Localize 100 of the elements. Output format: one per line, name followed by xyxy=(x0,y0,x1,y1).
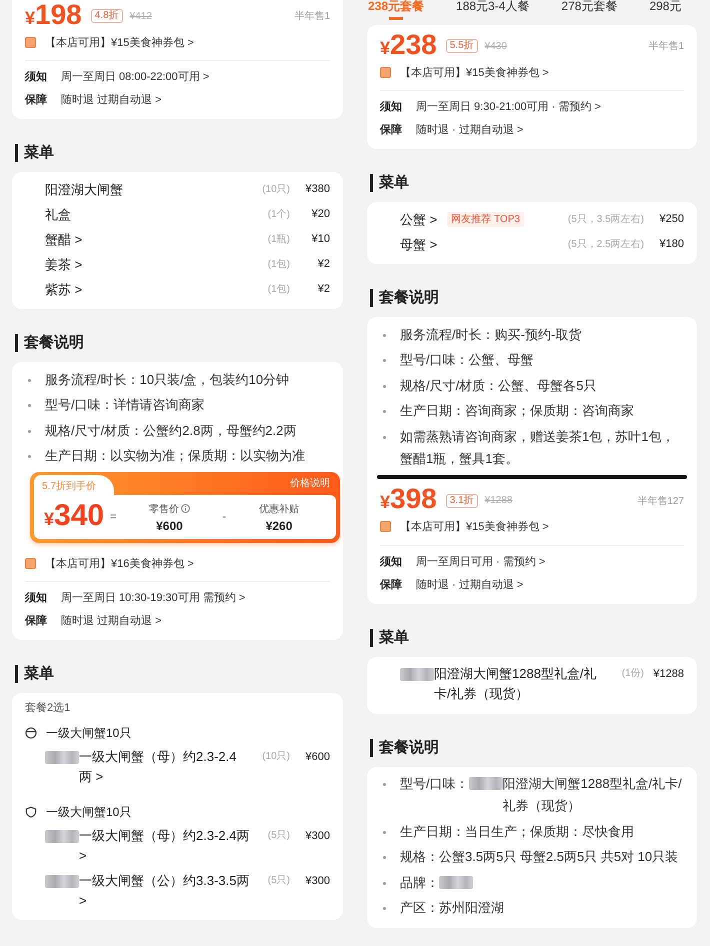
bullet-dot-icon xyxy=(383,359,386,362)
deal-price: ¥398 xyxy=(380,483,437,516)
option-title: 一级大闸蟹10只 xyxy=(46,725,132,742)
deal-price: ¥238 xyxy=(380,28,437,62)
price-term: 优惠补贴 xyxy=(259,502,300,516)
menu-item-name: 阳澄湖大闸蟹 xyxy=(45,181,123,199)
spec-text: 服务流程/时长：购买-预约-取货 xyxy=(400,326,582,344)
spec-label: 型号/口味： xyxy=(400,775,469,794)
menu-item-name: 一级大闸蟹（母）约2.3-2.4两 > xyxy=(79,826,250,864)
item-quantity: (10只) xyxy=(262,750,290,764)
bullet-dot-icon xyxy=(383,830,386,834)
coupon-icon xyxy=(25,36,36,48)
original-price: ¥1288 xyxy=(484,495,512,506)
bullet-dot-icon xyxy=(383,384,386,388)
notice-link[interactable]: 随时退 · 过期自动退 > xyxy=(416,574,524,596)
original-price: ¥430 xyxy=(484,40,507,52)
notice-link[interactable]: 周一至周日 9:30-21:00可用 · 需预约 > xyxy=(416,96,601,119)
coupon-icon xyxy=(380,521,391,532)
item-quantity: (5只，2.5两左右) xyxy=(568,238,644,252)
notice-link[interactable]: 随时退 · 过期自动退 > xyxy=(416,119,524,142)
item-price: ¥600 xyxy=(304,750,330,764)
operator-sign: - xyxy=(222,511,226,523)
sales-count: 半年售1 xyxy=(648,40,684,53)
notice-label: 保障 xyxy=(25,92,47,108)
ranking-tag: 网友推荐 TOP3 xyxy=(447,212,524,227)
bullet-dot-icon xyxy=(383,410,386,414)
option-title: 一级大闸蟹10只 xyxy=(46,804,132,821)
item-quantity: (1份) xyxy=(622,667,644,681)
discount-tag: 5.5折 xyxy=(446,39,478,53)
bullet-dot-icon xyxy=(383,856,386,860)
coupon-link[interactable]: 【本店可用】¥16美食神券包 > xyxy=(45,556,194,570)
menu-item-name: 一级大闸蟹（母）约2.3-2.4两 > xyxy=(79,748,238,786)
final-price: ¥340 xyxy=(44,498,104,534)
menu-item-name: 母蟹 > xyxy=(400,236,438,254)
spec-text: 如需蒸熟请咨询商家，赠送姜茶1包，苏叶1包，蟹醋1瓶，蟹具1套。 xyxy=(400,428,676,468)
notice-label: 须知 xyxy=(380,554,402,570)
notice-label: 须知 xyxy=(25,70,47,85)
spec-text: 阳澄湖大闸蟹1288型礼盒/礼卡/礼券（现货） xyxy=(502,775,683,816)
menu-item-name: 蟹醋 > xyxy=(45,231,82,249)
item-quantity: (5只) xyxy=(268,874,290,888)
tab[interactable]: 188元3-4人餐 xyxy=(456,0,530,20)
notice-link[interactable]: 随时退 过期自动退 > xyxy=(61,89,162,112)
spec-text: 型号/口味：公蟹、母蟹 xyxy=(400,351,534,370)
item-quantity: (1瓶) xyxy=(268,233,290,247)
item-price: ¥250 xyxy=(658,212,684,227)
spec-text: 规格/尺寸/材质：公蟹、母蟹各5只 xyxy=(400,376,596,395)
price-amount: ¥260 xyxy=(266,518,292,532)
bullet-dot-icon xyxy=(383,436,386,439)
item-quantity: (1包) xyxy=(268,258,290,272)
notice-label: 保障 xyxy=(380,122,402,138)
item-price: ¥300 xyxy=(304,828,330,844)
menu-item-name: 阳澄湖大闸蟹1288型礼盒/礼卡/礼券（现货） xyxy=(434,665,598,703)
notice-link[interactable]: 周一至周日 10:30-19:30可用 需预约 > xyxy=(61,587,246,610)
section-title: 菜单 xyxy=(15,665,54,683)
tab[interactable]: 278元套餐 xyxy=(561,0,618,20)
section-title: 套餐说明 xyxy=(370,289,439,307)
notice-label: 保障 xyxy=(380,578,402,592)
notice-label: 须知 xyxy=(25,591,47,606)
discount-tag: 3.1折 xyxy=(446,494,478,508)
menu-item-name: 公蟹 > xyxy=(400,211,438,229)
notice-link[interactable]: 随时退 过期自动退 > xyxy=(61,610,162,633)
menu-item-name: 紫苏 > xyxy=(45,281,82,299)
spec-text: 服务流程/时长：10只装/盒，包装约10分钟 xyxy=(45,370,290,389)
menu-item-name: 姜茶 > xyxy=(45,256,82,274)
coupon-link[interactable]: 【本店可用】¥15美食神券包 > xyxy=(45,34,194,50)
bullet-dot-icon xyxy=(28,404,31,408)
price-amount: ¥600 xyxy=(156,518,183,532)
item-price: ¥10 xyxy=(310,232,330,247)
section-title: 菜单 xyxy=(15,144,54,162)
spec-text: 生产日期：咨询商家；保质期：咨询商家 xyxy=(400,402,634,420)
section-title: 套餐说明 xyxy=(370,738,439,756)
menu-item-name: 礼盒 xyxy=(45,206,71,224)
item-quantity: (10只) xyxy=(262,183,290,197)
item-price: ¥1288 xyxy=(652,667,684,682)
spec-text: 规格：公蟹3.5两5只 母蟹2.5两5只 共5对 10只装 xyxy=(400,848,678,866)
item-price: ¥300 xyxy=(304,874,330,888)
bullet-dot-icon xyxy=(28,430,31,433)
spec-text: 生产日期：以实物为准；保质期：以实物为准 xyxy=(45,447,305,466)
bullet-dot-icon xyxy=(383,882,386,885)
item-quantity: (5只) xyxy=(268,828,290,842)
operator-sign: = xyxy=(110,511,117,523)
price-term: 零售价 xyxy=(148,502,179,516)
notice-link[interactable]: 周一至周日可用 · 需预约 > xyxy=(416,550,546,574)
coupon-link[interactable]: 【本店可用】¥15美食神券包 > xyxy=(400,64,549,80)
original-price: ¥412 xyxy=(130,10,152,22)
spec-text: 规格/尺寸/材质：公蟹约2.8两，母蟹约2.2两 xyxy=(45,422,296,440)
bullet-dot-icon xyxy=(28,378,31,382)
shield-icon xyxy=(25,806,37,818)
section-title: 套餐说明 xyxy=(15,334,84,352)
spec-text: 产区：苏州阳澄湖 xyxy=(400,899,504,918)
item-quantity: (5只，3.5两左右) xyxy=(568,213,644,227)
item-price: ¥20 xyxy=(310,207,330,222)
discount-tag: 4.8折 xyxy=(90,9,123,23)
notice-link[interactable]: 周一至周日 08:00-22:00可用 > xyxy=(61,66,210,89)
coupon-icon xyxy=(380,66,391,78)
bullet-dot-icon xyxy=(383,907,386,910)
coupon-link[interactable]: 【本店可用】¥15美食神券包 > xyxy=(400,519,549,534)
tab[interactable]: 298元 xyxy=(649,0,682,20)
notice-label: 保障 xyxy=(25,614,47,629)
item-price: ¥2 xyxy=(316,257,330,272)
